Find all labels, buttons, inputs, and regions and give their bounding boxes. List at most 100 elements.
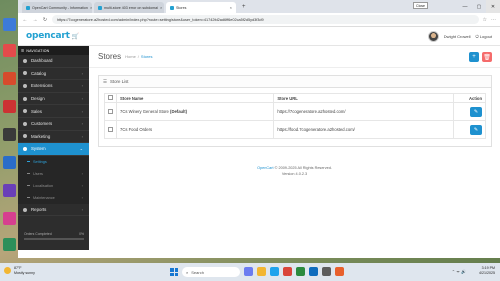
page-footer: OpenCart © 2009-2025 All Rights Reserved…	[89, 166, 500, 177]
panel-title: Store List	[109, 79, 129, 84]
breadcrumb-home[interactable]: Home	[125, 54, 136, 59]
desktop-app-icon[interactable]	[3, 44, 16, 57]
store-url-cell: https://food.7cogeneratore.a2hosted.com/	[273, 120, 454, 139]
store-name: 7Cs Winery General Store	[120, 109, 169, 114]
column-header-store-url[interactable]: Store URL	[273, 93, 454, 103]
tab-label: Stores	[176, 5, 187, 10]
chevron-right-icon: ›	[81, 70, 83, 76]
chevron-right-icon: ›	[81, 121, 83, 127]
sidebar-item-label: Design	[31, 96, 45, 102]
forward-icon[interactable]: →	[32, 17, 38, 23]
close-window-button[interactable]: ✕	[486, 0, 500, 13]
store-url-cell: https://7cogeneratore.a2hosted.com/	[273, 102, 454, 121]
sidebar: ☰ NAVIGATION Dashboard Catalog › Extensio…	[18, 46, 89, 250]
add-store-button[interactable]: +	[469, 52, 479, 62]
footer-brand-link[interactable]: OpenCart	[257, 166, 273, 170]
close-tooltip: Close	[413, 2, 428, 9]
taskbar-app-icon[interactable]	[322, 267, 331, 276]
sidebar-subitem-label: Localisation	[33, 183, 54, 188]
taskbar-app-icon[interactable]	[335, 267, 344, 276]
column-header-store-name[interactable]: Store Name	[115, 93, 275, 103]
orders-completed-progress: Orders Completed 0%	[24, 232, 84, 240]
taskbar-search[interactable]: ⌕ Search	[182, 267, 240, 277]
sidebar-item-catalog[interactable]: Catalog ›	[18, 68, 89, 81]
dash-icon	[27, 161, 30, 163]
reload-icon[interactable]: ↻	[42, 17, 48, 23]
sidebar-subitem-maintenance[interactable]: Maintenance ›	[18, 191, 89, 204]
new-tab-button[interactable]: +	[238, 2, 250, 13]
taskbar-app-icon[interactable]	[309, 267, 318, 276]
sidebar-item-label: Reports	[31, 207, 47, 213]
desktop-app-icon[interactable]	[3, 238, 16, 251]
opencart-header: opencart 🛒 Dwight Crowell ⏻ Logout	[18, 27, 500, 46]
table-row: 7Cs Winery General Store (Default) https…	[104, 102, 486, 121]
system-tray-icons[interactable]: ⌃ ᯤ 🔊	[452, 269, 466, 275]
sidebar-item-sales[interactable]: Sales ›	[18, 105, 89, 118]
user-name[interactable]: Dwight Crowell	[444, 34, 471, 39]
avatar[interactable]	[427, 31, 439, 42]
clock[interactable]: 3:19 PM 4/21/2025	[479, 266, 495, 276]
pencil-icon: ✎	[473, 126, 479, 133]
sidebar-subitem-users[interactable]: Users ›	[18, 167, 89, 180]
desktop-app-icon[interactable]	[3, 184, 16, 197]
header-actions: + 🗑	[469, 52, 492, 62]
sidebar-item-design[interactable]: Design ›	[18, 93, 89, 106]
close-icon[interactable]: ×	[90, 5, 92, 10]
favicon-icon	[26, 5, 30, 10]
url-input[interactable]: https://7cogeneratore.a2hosted.com/admin…	[52, 15, 479, 24]
row-checkbox[interactable]	[108, 126, 113, 132]
desktop-app-icon[interactable]	[3, 18, 16, 31]
start-button[interactable]	[170, 268, 178, 276]
sidebar-subitem-localisation[interactable]: Localisation ›	[18, 179, 89, 192]
opencart-logo[interactable]: opencart	[26, 31, 70, 41]
minimize-button[interactable]: —	[458, 0, 472, 13]
tab-label: multi-store 403 error on subdomai	[104, 5, 158, 10]
star-icon[interactable]: ☆	[483, 17, 487, 23]
table-row: 7Cs Food Orders https://food.7cogenerato…	[104, 120, 486, 139]
row-checkbox[interactable]	[108, 108, 113, 114]
delete-store-button[interactable]: 🗑	[482, 52, 492, 62]
tab-opencart-community[interactable]: OpenCart Community - Information ×	[22, 2, 92, 13]
desktop-app-icon[interactable]	[3, 128, 16, 141]
desktop-app-icon[interactable]	[3, 156, 16, 169]
orders-completed-value: 0%	[79, 232, 84, 236]
list-icon: ☰	[103, 78, 107, 84]
file-explorer-icon[interactable]	[257, 267, 266, 276]
tab-multistore-error[interactable]: multi-store 403 error on subdomai ×	[94, 2, 164, 13]
back-icon[interactable]: ←	[22, 17, 28, 23]
breadcrumb-current[interactable]: Stores	[141, 54, 153, 59]
weather-widget[interactable]: 87°F Mostly sunny	[4, 266, 35, 275]
action-cell: ✎	[453, 102, 486, 121]
page-title: Stores	[98, 52, 122, 61]
main-content: Stores Home / Stores + 🗑 ☰ Store List St…	[89, 46, 500, 250]
sidebar-item-dashboard[interactable]: Dashboard	[18, 55, 89, 68]
sidebar-item-extensions[interactable]: Extensions ›	[18, 80, 89, 93]
desktop-pdf-icon[interactable]	[3, 72, 16, 85]
sidebar-item-marketing[interactable]: Marketing ›	[18, 131, 89, 144]
tab-stores[interactable]: Stores ×	[166, 2, 236, 13]
taskbar-app-icon[interactable]	[283, 267, 292, 276]
maximize-button[interactable]: ▢	[472, 0, 486, 13]
taskbar-app-icon[interactable]	[244, 267, 253, 276]
sidebar-item-label: Dashboard	[31, 58, 53, 64]
chart-icon	[23, 207, 27, 212]
desktop-app-icon[interactable]	[3, 212, 16, 225]
menu-icon[interactable]: ⋯	[491, 17, 496, 23]
edit-button[interactable]: ✎	[470, 106, 482, 117]
taskbar-app-icon[interactable]	[296, 267, 305, 276]
sidebar-subitem-settings[interactable]: Settings	[18, 155, 89, 168]
close-icon[interactable]: ×	[230, 5, 232, 10]
pencil-icon: ✎	[473, 108, 479, 115]
sidebar-item-system[interactable]: System ⌄	[18, 143, 89, 156]
edit-button[interactable]: ✎	[470, 124, 482, 135]
edge-browser-icon[interactable]	[270, 267, 279, 276]
sidebar-item-customers[interactable]: Customers ›	[18, 118, 89, 131]
close-icon[interactable]: ×	[160, 5, 162, 10]
desktop-app-icon[interactable]	[3, 100, 16, 113]
logout-link[interactable]: ⏻ Logout	[475, 34, 492, 39]
chevron-right-icon: ›	[81, 183, 83, 189]
sidebar-item-reports[interactable]: Reports ›	[18, 204, 89, 217]
footer-version: Version 4.0.2.3	[281, 171, 308, 176]
select-all-cell	[104, 93, 117, 103]
select-all-checkbox[interactable]	[108, 95, 113, 100]
